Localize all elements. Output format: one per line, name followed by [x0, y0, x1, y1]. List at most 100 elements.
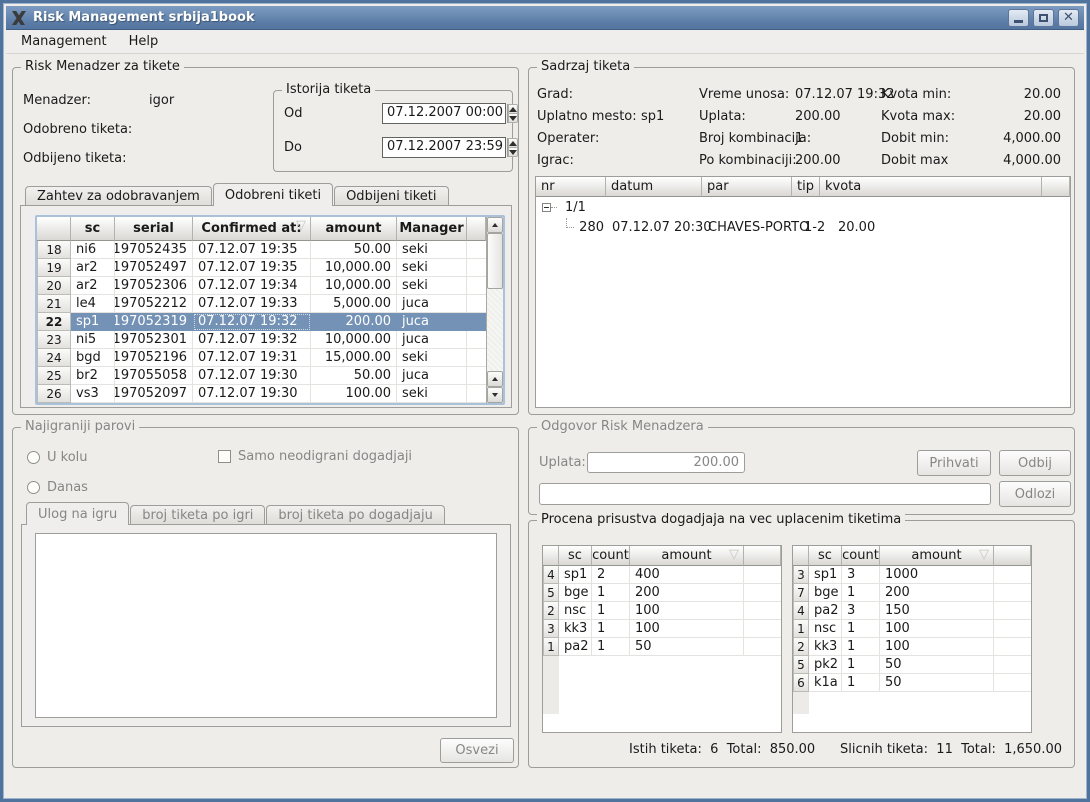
table-row[interactable]: 19ar2119705249707.12.07 19:3510,000.00se…: [37, 259, 486, 277]
sort-down-icon[interactable]: ▽: [979, 547, 989, 562]
table-row[interactable]: 7bge1200: [793, 584, 1031, 602]
cell: 5,000.00: [311, 295, 397, 313]
row-number-cell: 21: [37, 295, 71, 313]
column-header-manager[interactable]: Manager: [397, 217, 467, 241]
dobit-min-value: 4,000.00: [949, 131, 1061, 146]
table-row[interactable]: 4pa23150: [793, 602, 1031, 620]
column-header-amount[interactable]: amount: [311, 217, 397, 241]
reject-button[interactable]: Odbij: [999, 450, 1071, 476]
scrollbar-thumb[interactable]: [487, 233, 503, 289]
table-row[interactable]: 3kk31100: [543, 620, 781, 638]
maximize-button[interactable]: [1033, 9, 1054, 27]
pairs-list[interactable]: [35, 533, 497, 718]
postpone-button[interactable]: Odlozi: [999, 481, 1071, 507]
scroll-up-button-bottom[interactable]: [487, 371, 503, 387]
uplata-input[interactable]: 200.00: [587, 452, 745, 473]
cell: 50: [880, 656, 994, 674]
table-row[interactable]: 1nsc1100: [793, 620, 1031, 638]
table-row[interactable]: 1pa2150: [543, 638, 781, 656]
table-row[interactable]: 5pk2150: [793, 656, 1031, 674]
radio-label: U kolu: [47, 450, 88, 465]
from-date-spinbox[interactable]: 07.12.2007 00:00: [382, 103, 506, 124]
tab-ulog-na-igru[interactable]: Ulog na igru: [26, 502, 129, 525]
spin-up-button[interactable]: [508, 104, 518, 114]
sort-down-icon[interactable]: ▽: [296, 218, 306, 233]
scroll-down-button[interactable]: [487, 387, 503, 403]
minimize-button[interactable]: [1008, 9, 1029, 27]
tab-zahtev-za-odobravanjem[interactable]: Zahtev za odobravanjem: [25, 186, 212, 206]
from-date-value[interactable]: 07.12.2007 00:00: [383, 104, 507, 123]
table-row[interactable]: 5bge1200: [543, 584, 781, 602]
column-header-amount[interactable]: amount▽: [630, 546, 744, 566]
menu-management[interactable]: Management: [12, 31, 116, 52]
spin-down-button[interactable]: [508, 114, 518, 123]
cell: 200: [880, 584, 994, 602]
table-row[interactable]: 4sp12400: [543, 566, 781, 584]
menu-help[interactable]: Help: [120, 31, 168, 52]
column-header-count[interactable]: count: [842, 546, 880, 566]
column-header-filler: [467, 217, 486, 241]
column-header-kvota[interactable]: kvota: [820, 177, 1042, 197]
column-header-count[interactable]: count: [592, 546, 630, 566]
column-header-sc[interactable]: sc: [809, 546, 842, 566]
scrollbar-track[interactable]: [487, 289, 503, 371]
column-header-confirmed[interactable]: Confirmed at:▽: [193, 217, 311, 241]
tab-broj-tiketa-po-dogadjaju[interactable]: broj tiketa po dogadjaju: [266, 505, 444, 525]
similar-tickets-table: sc count amount▽ 3sp1310007bge12004pa231…: [792, 545, 1032, 733]
cell: seki: [397, 277, 467, 295]
cell: 1197052212: [115, 295, 193, 313]
radio-u-kolu[interactable]: U kolu: [27, 450, 88, 465]
accept-button-label: Prihvati: [929, 456, 978, 471]
tab-odbijeni-tiketi[interactable]: Odbijeni tiketi: [334, 186, 448, 206]
to-date-spinbox[interactable]: 07.12.2007 23:59: [382, 137, 506, 158]
sort-down-icon[interactable]: ▽: [729, 547, 739, 562]
table-row[interactable]: 3sp131000: [793, 566, 1031, 584]
radio-danas[interactable]: Danas: [27, 480, 88, 495]
table-row[interactable]: 24bgd119705219607.12.07 19:3115,000.00se…: [37, 349, 486, 367]
table-row[interactable]: 26vs3119705209707.12.07 19:30100.00seki: [37, 385, 486, 403]
column-header-par[interactable]: par: [702, 177, 792, 197]
cell: juca: [397, 295, 467, 313]
column-header-num[interactable]: [543, 546, 559, 566]
table-row[interactable]: 20ar2119705230607.12.07 19:3410,000.00se…: [37, 277, 486, 295]
column-header-datum[interactable]: datum: [606, 177, 702, 197]
table-row[interactable]: 2kk31100: [793, 638, 1031, 656]
table-row[interactable]: 6k1a150: [793, 674, 1031, 692]
column-header-sc[interactable]: sc: [71, 217, 115, 241]
tree-leaf-row[interactable]: 280 07.12.07 20:30 CHAVES-PORTO 1-2 20.0…: [536, 217, 1070, 237]
column-header-serial[interactable]: serial: [115, 217, 193, 241]
table-row[interactable]: 2nsc1100: [543, 602, 781, 620]
table-row[interactable]: 25br2119705505807.12.07 19:3050.00juca: [37, 367, 486, 385]
checkbox-samo-neodigrani[interactable]: Samo neodigrani dogadjaji: [218, 449, 412, 464]
table-row[interactable]: 21le4119705221207.12.07 19:335,000.00juc…: [37, 295, 486, 313]
comment-input[interactable]: [539, 483, 991, 505]
cell: sp1: [71, 313, 115, 331]
vertical-scrollbar[interactable]: [486, 217, 503, 403]
column-header-num[interactable]: [793, 546, 809, 566]
accept-button[interactable]: Prihvati: [917, 450, 991, 476]
tab-broj-tiketa-po-igri[interactable]: broj tiketa po igri: [130, 505, 265, 525]
column-header-nr[interactable]: nr: [536, 177, 606, 197]
column-header-sc[interactable]: sc: [559, 546, 592, 566]
tree-collapse-icon[interactable]: [542, 203, 551, 212]
title-bar[interactable]: Risk Management srbija1book ✕: [6, 6, 1084, 30]
tree-group-row[interactable]: 1/1: [536, 197, 1070, 217]
to-date-value[interactable]: 07.12.2007 23:59: [383, 138, 507, 157]
tab-odobreni-tiketi[interactable]: Odobreni tiketi: [213, 183, 333, 206]
close-button[interactable]: ✕: [1058, 9, 1079, 27]
spin-down-button[interactable]: [508, 148, 518, 157]
grad-label: Grad:: [537, 87, 573, 102]
column-header-tip[interactable]: tip: [792, 177, 820, 197]
table-row[interactable]: 18ni6119705243507.12.07 19:3550.00seki: [37, 241, 486, 259]
cell: ni6: [71, 241, 115, 259]
column-header-num[interactable]: [37, 217, 71, 241]
table-row[interactable]: 23ni5119705230107.12.07 19:3210,000.00ju…: [37, 331, 486, 349]
refresh-button[interactable]: Osvezi: [440, 738, 514, 763]
scroll-up-button[interactable]: [487, 217, 503, 233]
column-header-amount[interactable]: amount▽: [880, 546, 994, 566]
table-row[interactable]: 22sp1119705231907.12.07 19:32200.00juca: [37, 313, 486, 331]
filler-cell: [467, 295, 486, 313]
spin-up-button[interactable]: [508, 138, 518, 148]
cell: bge: [809, 584, 842, 602]
radio-icon: [27, 481, 40, 494]
